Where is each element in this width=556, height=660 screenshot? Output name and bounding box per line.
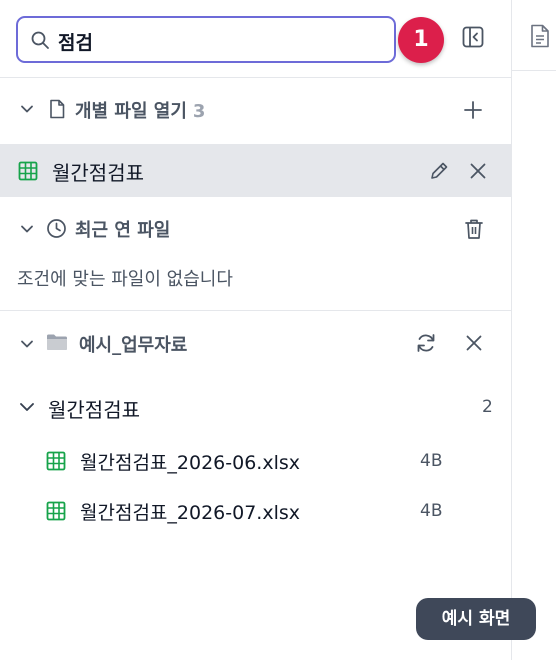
file-name: 월간점검표_2026-07.xlsx [80, 502, 300, 524]
close-icon[interactable] [469, 162, 487, 180]
trash-icon[interactable] [464, 218, 484, 240]
divider [0, 77, 511, 78]
chevron-down-icon[interactable] [20, 102, 34, 116]
folder-icon [46, 333, 68, 351]
spreadsheet-icon [18, 161, 38, 181]
file-name: 월간점검표_2026-06.xlsx [80, 452, 300, 474]
list-item[interactable]: 월간점검표_2026-06.xlsx 4B [0, 440, 511, 480]
open-files-title: 개별 파일 열기 [75, 101, 187, 122]
recent-files-title[interactable]: 최근 연 파일 [75, 216, 170, 242]
document-icon[interactable] [530, 24, 550, 48]
list-item[interactable]: 월간점검표_2026-07.xlsx 4B [0, 490, 511, 530]
edit-pencil-icon[interactable] [428, 160, 450, 182]
toast-label: 예시 화면 [416, 598, 536, 640]
collapse-sidebar-icon[interactable] [462, 26, 484, 48]
recent-files-empty-message: 조건에 맞는 파일이 없습니다 [17, 269, 233, 290]
chevron-down-icon[interactable] [20, 222, 34, 236]
search-input[interactable]: 점검 [16, 16, 396, 63]
search-icon [30, 30, 50, 50]
open-file-name: 월간점검표 [52, 161, 144, 185]
open-file-item[interactable]: 월간점검표 [0, 144, 511, 197]
clock-icon [46, 218, 67, 239]
sidebar: 점검 1 개별 파일 열기 3 월간점검표 최근 연 파일 조건에 맞는 파일이… [0, 0, 511, 660]
divider [512, 70, 556, 71]
search-input-value: 점검 [58, 32, 93, 54]
divider [0, 310, 511, 311]
refresh-icon[interactable] [415, 332, 437, 354]
chevron-down-icon[interactable] [20, 337, 34, 351]
chevron-down-icon[interactable] [19, 399, 35, 415]
notification-badge[interactable]: 1 [398, 17, 444, 63]
spreadsheet-icon [46, 501, 66, 521]
group-name[interactable]: 월간점검표 [48, 394, 140, 423]
open-files-count: 3 [192, 101, 206, 122]
close-icon[interactable] [465, 334, 483, 352]
file-size: 4B [420, 501, 443, 521]
file-icon [49, 99, 65, 119]
document-pane [512, 0, 556, 660]
spreadsheet-icon [46, 451, 66, 471]
file-size: 4B [420, 451, 443, 471]
folder-name[interactable]: 예시_업무자료 [79, 331, 187, 357]
add-icon[interactable] [463, 100, 483, 120]
open-files-header[interactable]: 개별 파일 열기 3 [75, 97, 205, 123]
group-count: 2 [482, 397, 493, 417]
